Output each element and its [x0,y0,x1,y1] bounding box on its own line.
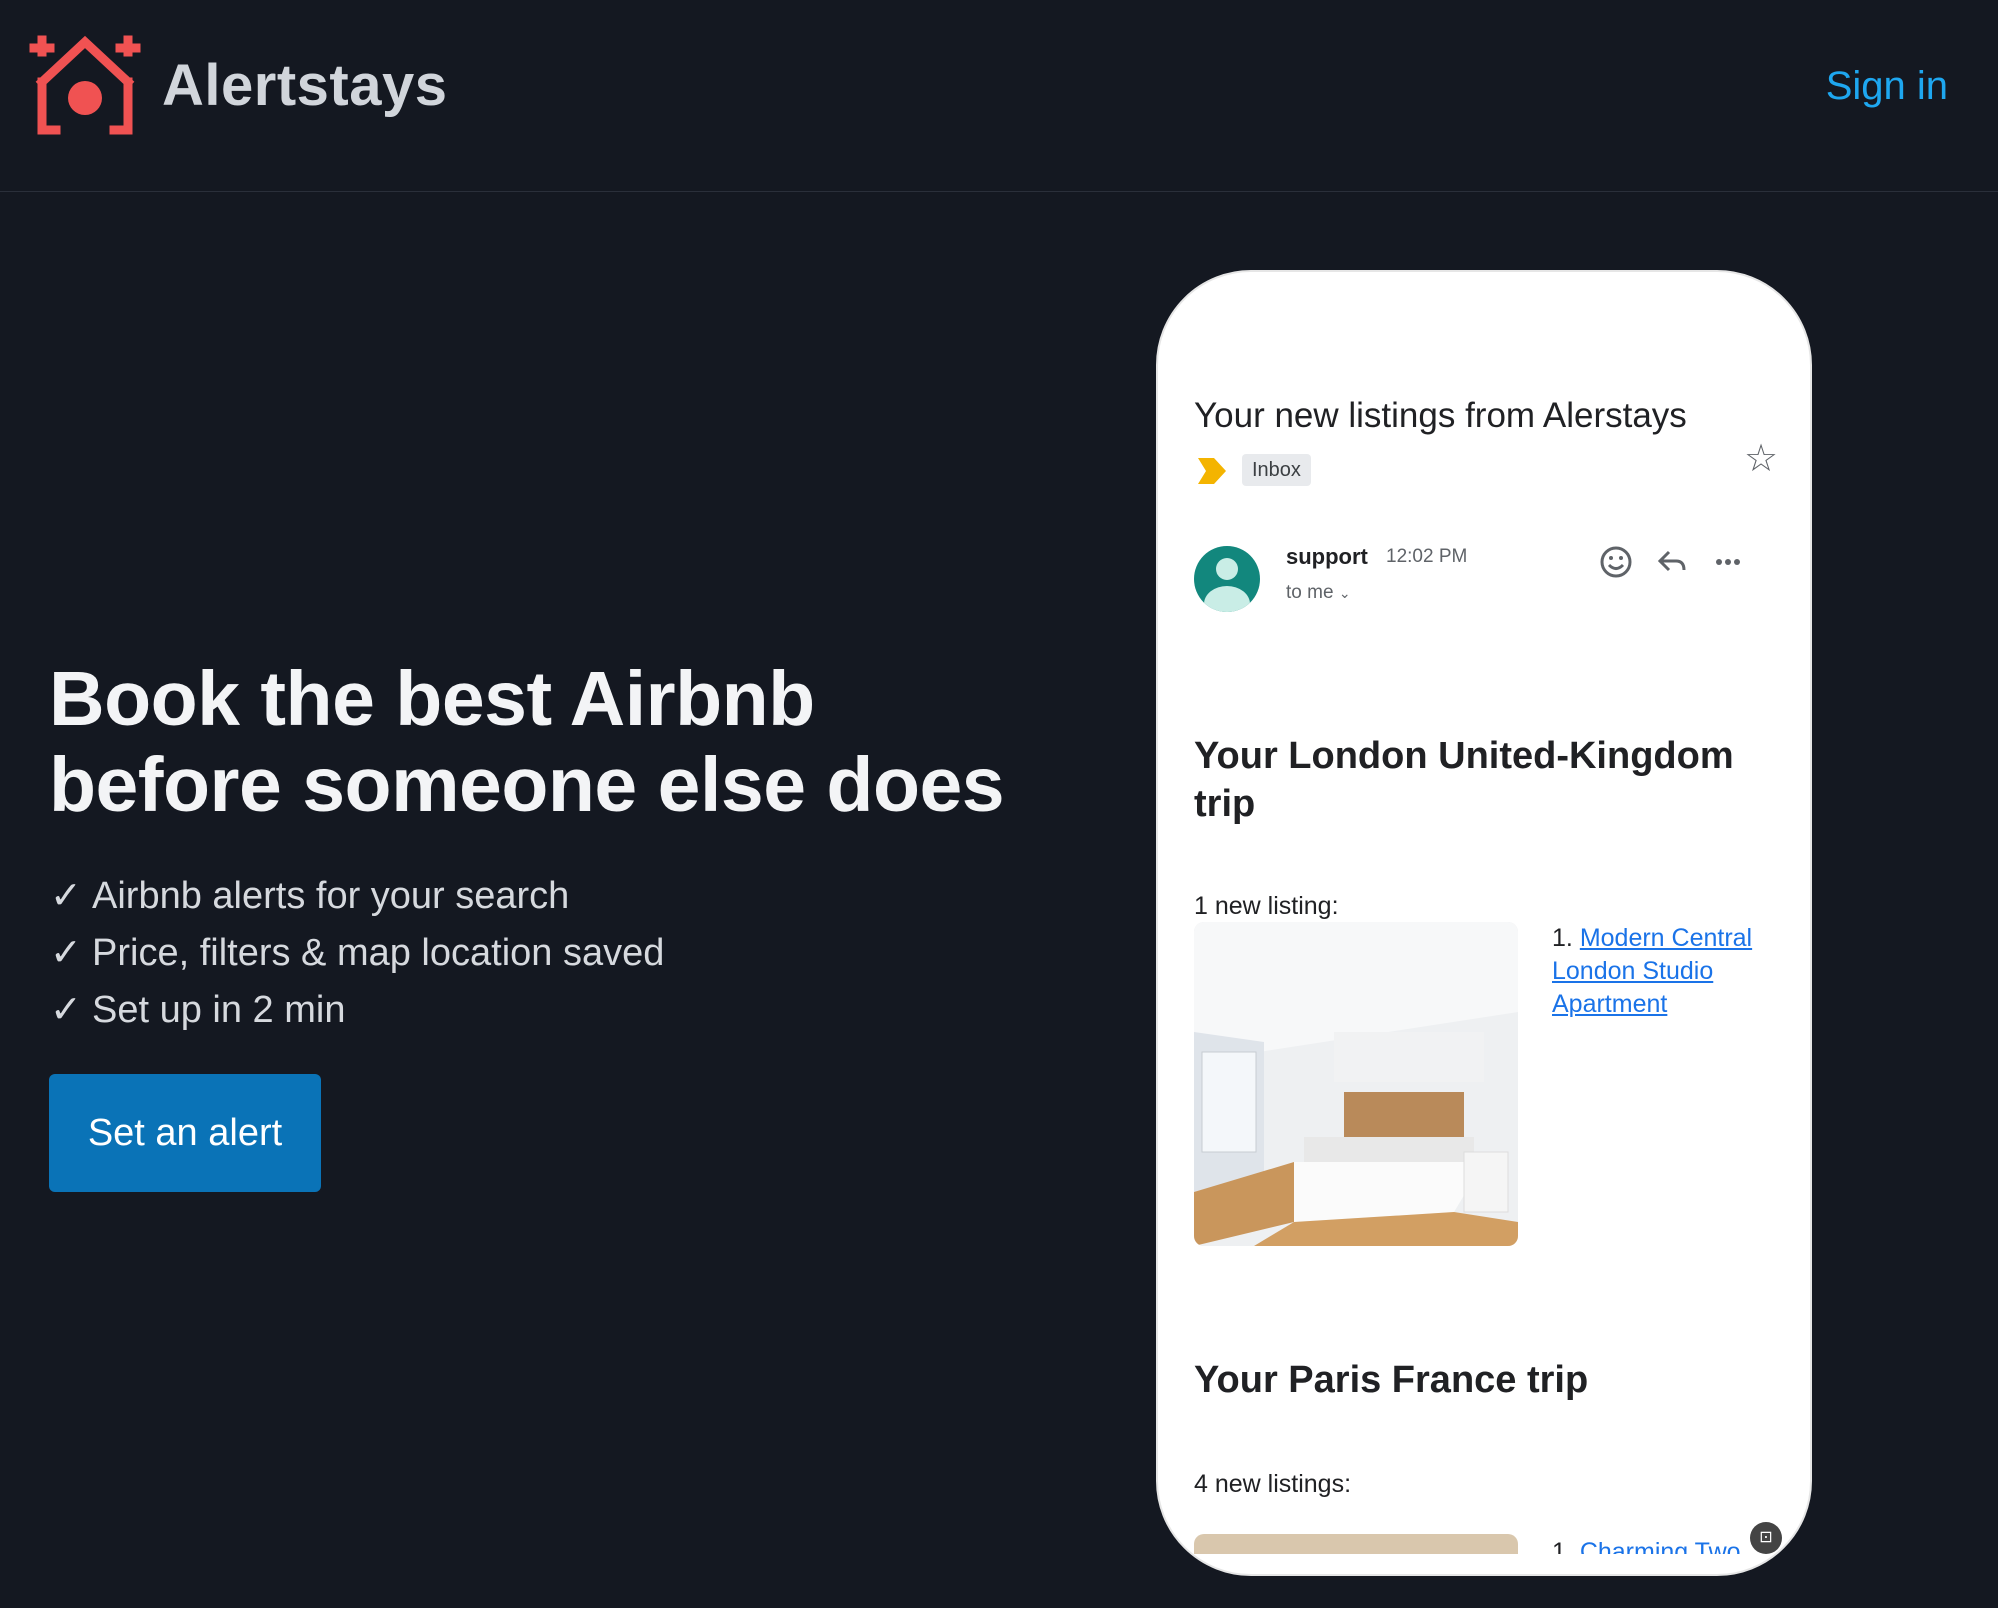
listing-count: 1 new listing: [1194,892,1339,920]
top-navigation-bar: Alertstays Sign in [0,0,1998,192]
star-icon: ☆ [1744,438,1779,480]
lens-icon[interactable]: ⊡ [1750,1522,1782,1554]
listing-count: 4 new listings: [1194,1470,1352,1498]
checkmark-icon: ✓ [50,932,82,974]
email-preview: Your new listings from Alerstays Inbox ☆… [1158,272,1810,1554]
trip-title: Your London United-Kingdom trip [1194,735,1734,825]
feature-item: ✓ Set up in 2 min [50,982,664,1039]
inbox-label-chip: Inbox [1242,454,1311,486]
sign-in-link[interactable]: Sign in [1826,64,1948,109]
listing-link[interactable]: Charming Two [1580,1538,1741,1554]
reply-icon [1657,550,1686,572]
recipient-label: to me ⌄ [1286,582,1351,604]
feature-text: Price, filters & map location saved [92,932,665,974]
set-alert-button[interactable]: Set an alert [49,1074,321,1192]
listing-number: 1. [1552,924,1573,952]
important-label-icon [1198,458,1226,484]
feature-list: ✓ Airbnb alerts for your search ✓ Price,… [50,868,664,1039]
feature-text: Airbnb alerts for your search [92,875,570,917]
listing-item: 1. Charming Two [1552,1538,1741,1554]
sender-avatar [1194,546,1260,612]
checkmark-icon: ✓ [50,875,82,917]
sender-name: support [1286,544,1368,569]
hero-headline: Book the best Airbnb before someone else… [49,656,1099,828]
listing-photo [1194,1534,1518,1554]
checkmark-icon: ✓ [50,989,82,1031]
phone-mockup: Your new listings from Alerstays Inbox ☆… [1156,270,1812,1576]
feature-text: Set up in 2 min [92,989,346,1031]
trip-title: Your Paris France trip [1194,1359,1589,1401]
feature-item: ✓ Price, filters & map location saved [50,925,664,982]
listing-link[interactable]: Modern Central London Studio Apartment [1552,924,1752,1018]
email-time: 12:02 PM [1386,546,1468,567]
headline-line-2: before someone else does [49,742,1005,828]
more-icon [1716,559,1740,565]
headline-line-1: Book the best Airbnb [49,656,815,742]
listing-photo [1194,922,1518,1246]
emoji-icon [1600,546,1632,578]
listing-item: 1. Modern Central London Studio Apartmen… [1552,922,1782,1021]
listing-number: 1. [1552,1538,1573,1554]
recipient-text: to me [1286,582,1334,603]
chevron-down-icon: ⌄ [1338,585,1351,601]
email-subject: Your new listings from Alerstays [1194,396,1687,435]
house-alert-logo-icon[interactable] [28,34,142,140]
feature-item: ✓ Airbnb alerts for your search [50,868,664,925]
brand-name[interactable]: Alertstays [162,52,447,119]
